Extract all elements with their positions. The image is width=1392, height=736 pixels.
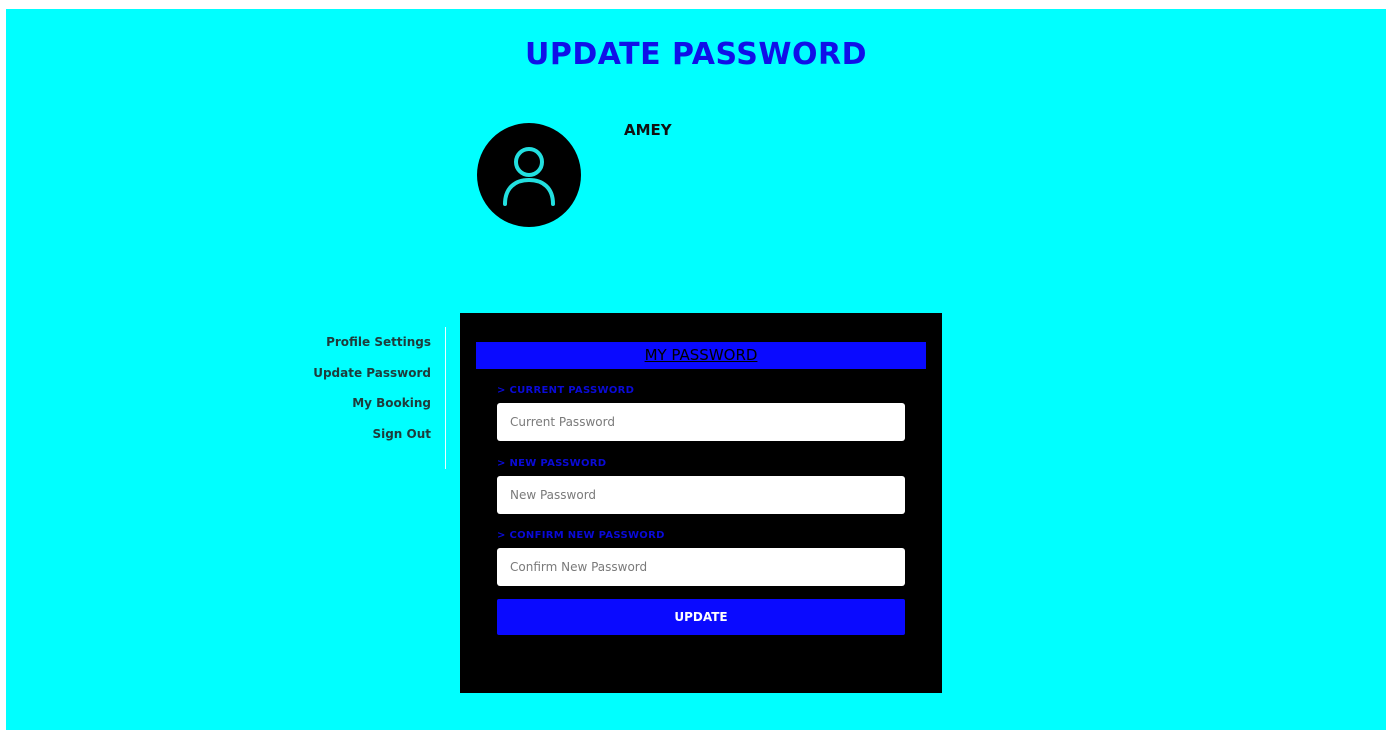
sidebar-item-sign-out[interactable]: Sign Out (296, 419, 445, 450)
confirm-password-input[interactable] (497, 548, 905, 586)
form-header: MY PASSWORD (476, 342, 926, 369)
page-background: UPDATE PASSWORD AMEY Profile Settings Up… (6, 9, 1386, 730)
sidebar-item-update-password[interactable]: Update Password (296, 358, 445, 389)
page-title: UPDATE PASSWORD (525, 37, 867, 72)
sidebar-item-profile-settings[interactable]: Profile Settings (296, 327, 445, 358)
avatar (477, 123, 581, 227)
current-password-label: > CURRENT PASSWORD (497, 385, 635, 396)
confirm-password-label: > CONFIRM NEW PASSWORD (497, 530, 665, 541)
sidebar-item-my-booking[interactable]: My Booking (296, 388, 445, 419)
password-form: MY PASSWORD > CURRENT PASSWORD > NEW PAS… (460, 313, 942, 693)
current-password-input[interactable] (497, 403, 905, 441)
profile-name: AMEY (624, 121, 672, 139)
user-icon (503, 147, 555, 206)
new-password-label: > NEW PASSWORD (497, 458, 607, 469)
sidebar-nav: Profile Settings Update Password My Book… (296, 327, 446, 469)
new-password-input[interactable] (497, 476, 905, 514)
update-button[interactable]: UPDATE (497, 599, 905, 635)
